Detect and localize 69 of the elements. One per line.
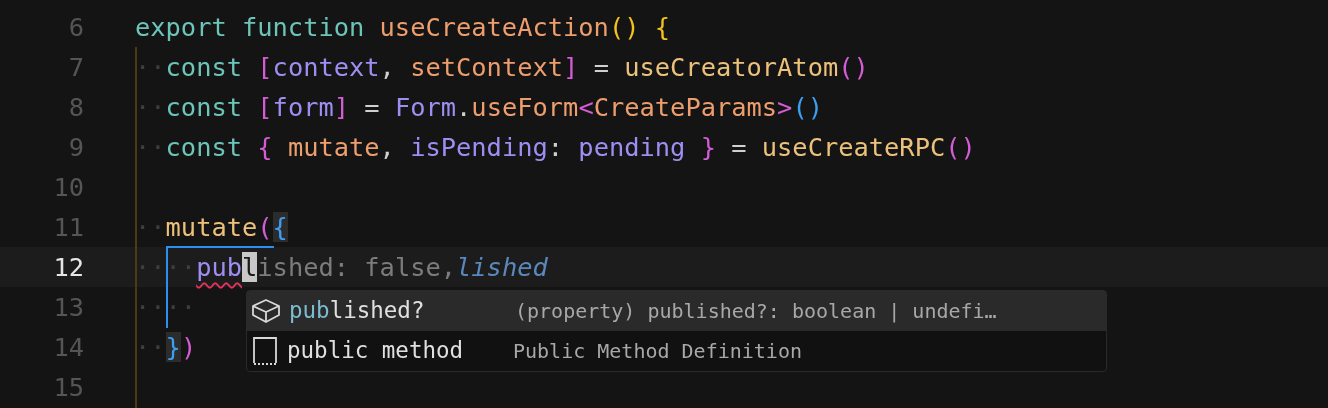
line-number: 12 (52, 250, 84, 284)
code-bracket: < (578, 91, 594, 122)
code-keyword: const (165, 51, 242, 82)
suggestion-label: published? (289, 296, 426, 326)
code-bracket: { (653, 11, 671, 42)
whitespace-dots: ·· (135, 131, 166, 162)
whitespace-dots: ·· (135, 51, 166, 82)
code-token: = (363, 91, 381, 122)
code-bracket: ) (180, 331, 197, 362)
line-number: 9 (67, 130, 84, 164)
code-bracket: } (165, 331, 181, 362)
line-number: 15 (52, 370, 84, 404)
code-keyword: const (165, 91, 242, 122)
snippet-icon (251, 336, 279, 366)
code-bracket: ( (257, 211, 273, 242)
code-keyword: export (135, 11, 227, 42)
line-number: 10 (52, 170, 84, 204)
suggestion-item[interactable]: published? (property) published?: boolean | undefi… (247, 291, 1106, 331)
suggestion-item[interactable]: public method Public Method Definition (247, 331, 1106, 371)
cube-icon (251, 298, 281, 324)
code-bracket: () (945, 131, 976, 162)
whitespace-dots: ·· (135, 91, 166, 122)
code-token: . (456, 91, 472, 122)
code-bracket: [ (256, 51, 273, 82)
line-number: 6 (67, 10, 84, 44)
code-bracket: ] (333, 91, 350, 122)
ghost-text: ished: false, (257, 251, 457, 282)
code-token: : (547, 131, 565, 162)
whitespace-dots: ·· (135, 211, 166, 242)
line-number: 11 (52, 210, 84, 244)
code-keyword: function (241, 11, 365, 42)
line-number: 7 (67, 50, 84, 84)
code-token: mutate (286, 131, 380, 162)
code-bracket: { (272, 211, 288, 242)
code-token: , (379, 51, 396, 82)
code-token: CreateParams (593, 91, 778, 122)
code-bracket: [ (256, 91, 273, 122)
code-token: Form (394, 91, 457, 122)
inlay-hint: lished (456, 251, 548, 282)
code-token: useForm (471, 91, 579, 122)
whitespace-dots: ·· (135, 331, 166, 362)
suggestion-label: public method (287, 336, 465, 366)
code-token: pending (578, 131, 686, 162)
code-token: useCreatorAtom (624, 51, 839, 82)
code-token: setContext (410, 51, 564, 82)
text-cursor: l (242, 251, 258, 282)
suggestion-detail: (property) published?: boolean | undefi… (515, 298, 997, 325)
code-bracket: () (792, 91, 823, 122)
code-bracket: () (838, 51, 869, 82)
code-token: useCreateAction (378, 11, 609, 42)
code-keyword: const (165, 131, 242, 162)
code-token: context (272, 51, 380, 82)
code-bracket: } (699, 131, 716, 162)
line-number: 14 (52, 330, 84, 364)
code-token: , (379, 131, 396, 162)
code-bracket: > (777, 91, 793, 122)
code-token: mutate (165, 211, 258, 242)
line-number: 8 (67, 90, 84, 124)
line-number: 13 (52, 290, 84, 324)
code-bracket: () (608, 11, 640, 42)
suggestion-detail: Public Method Definition (513, 338, 802, 365)
code-token: pub (196, 251, 242, 282)
code-token: = (592, 51, 610, 82)
code-token: = (730, 131, 748, 162)
code-bracket: { (256, 131, 273, 162)
code-token: useCreateRPC (761, 131, 946, 162)
code-token: isPending (410, 131, 548, 162)
code-bracket: ] (563, 51, 579, 82)
code-token: form (272, 91, 334, 122)
